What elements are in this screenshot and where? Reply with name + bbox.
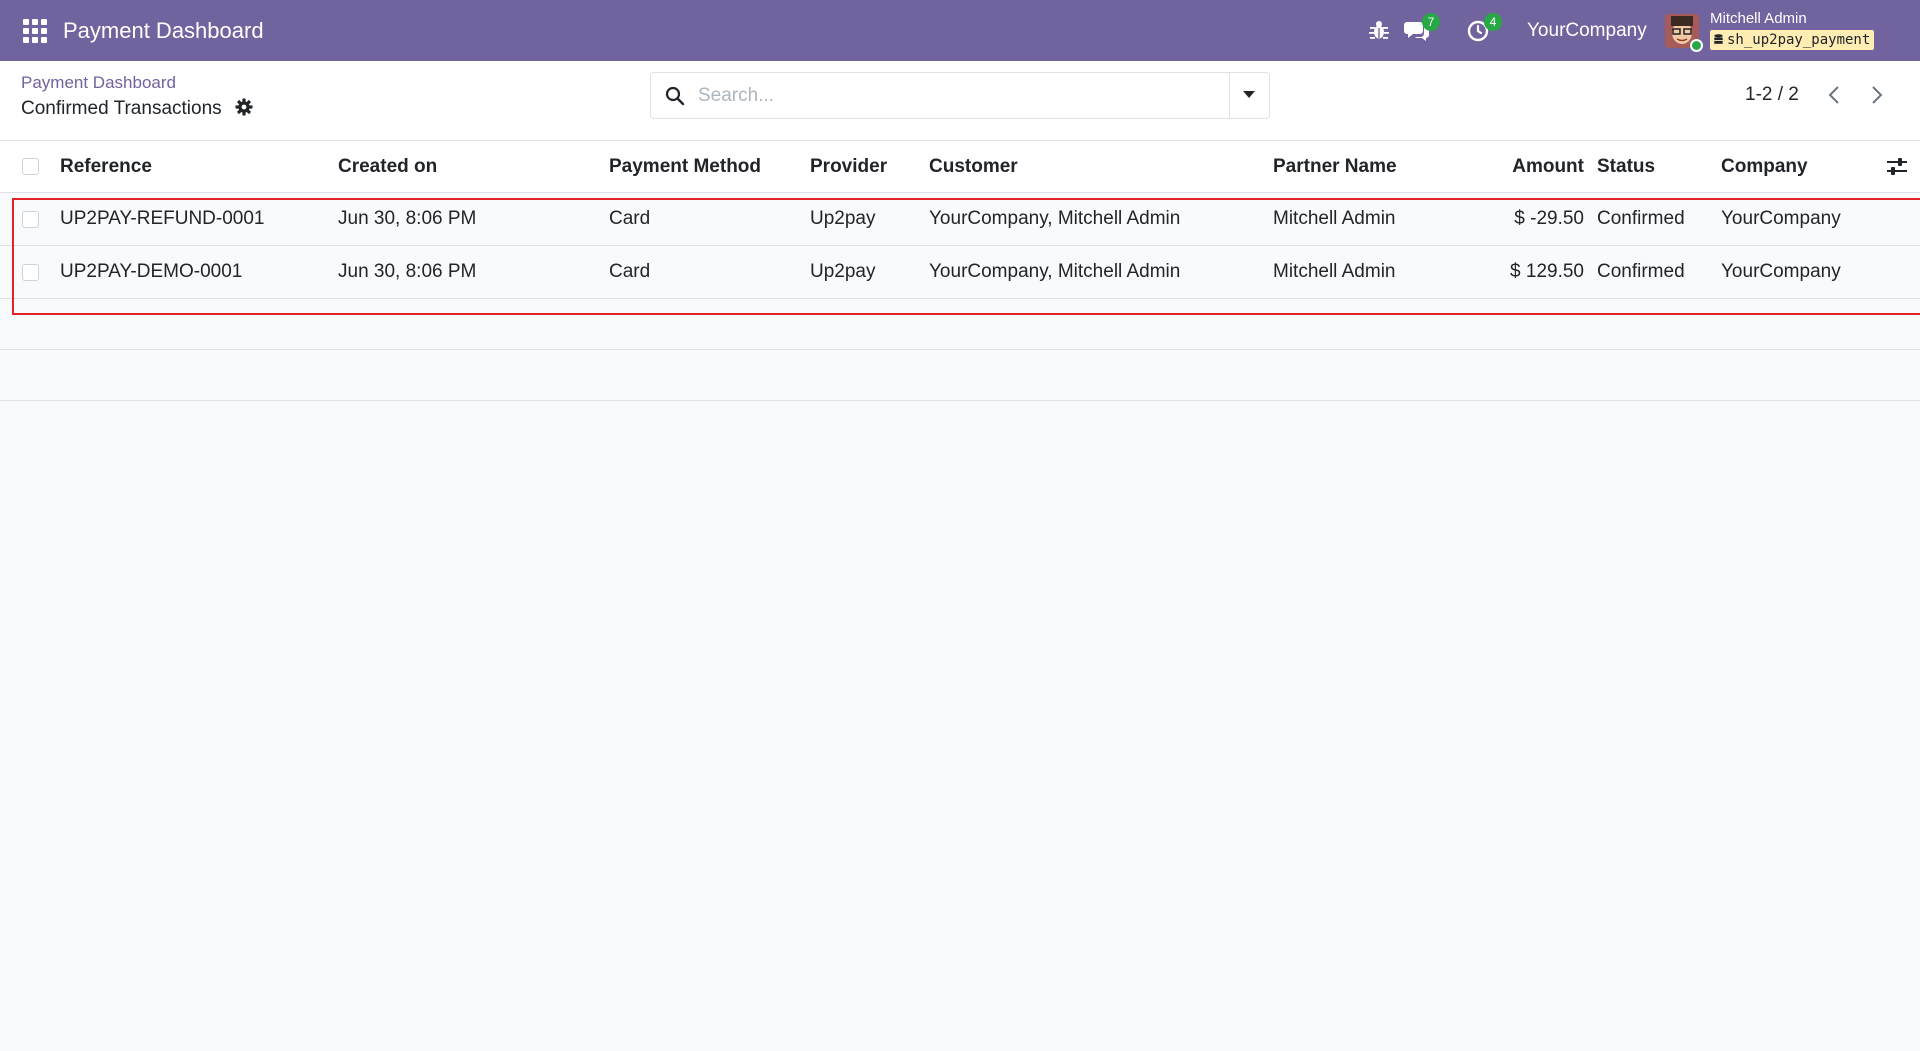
cell-payment-method[interactable]: Card [609, 193, 650, 245]
apps-grid-icon[interactable] [22, 18, 48, 44]
cell-company[interactable]: YourCompany [1721, 193, 1841, 245]
column-header-company[interactable]: Company [1721, 141, 1808, 192]
search-input[interactable] [698, 81, 1198, 111]
column-header-provider[interactable]: Provider [810, 141, 887, 192]
breadcrumb-current: Confirmed Transactions [21, 98, 222, 119]
cell-reference[interactable]: UP2PAY-DEMO-0001 [60, 246, 242, 298]
column-header-customer[interactable]: Customer [929, 141, 1018, 192]
pager-next-button[interactable] [1864, 81, 1890, 109]
cell-created-on[interactable]: Jun 30, 8:06 PM [338, 193, 476, 245]
online-status-icon [1690, 39, 1703, 52]
cell-reference[interactable]: UP2PAY-REFUND-0001 [60, 193, 265, 245]
user-name[interactable]: Mitchell Admin [1710, 10, 1807, 28]
column-header-reference[interactable]: Reference [60, 141, 152, 192]
chevron-left-icon [1828, 86, 1839, 104]
database-icon [1714, 34, 1723, 44]
cell-amount[interactable]: $ -29.50 [1480, 193, 1584, 245]
select-all-checkbox[interactable] [22, 158, 39, 175]
pager-value[interactable]: 1-2 / 2 [1745, 82, 1799, 108]
row-checkbox[interactable] [22, 263, 39, 281]
avatar[interactable] [1665, 14, 1703, 52]
cell-company[interactable]: YourCompany [1721, 246, 1841, 298]
column-header-status[interactable]: Status [1597, 141, 1655, 192]
column-header-amount[interactable]: Amount [1480, 141, 1584, 192]
chevron-right-icon [1872, 86, 1883, 104]
control-panel: Payment Dashboard Confirmed Transactions [0, 61, 1920, 141]
activities-badge: 4 [1484, 13, 1502, 31]
row-select-cell [22, 246, 39, 298]
cell-provider[interactable]: Up2pay [810, 246, 876, 298]
top-navbar: Payment Dashboard 7 4 YourCompany Mitche… [0, 0, 1920, 61]
cell-customer[interactable]: YourCompany, Mitchell Admin [929, 246, 1180, 298]
activity-clock-icon[interactable]: 4 [1466, 13, 1502, 44]
gear-icon[interactable] [235, 98, 253, 116]
bug-icon[interactable] [1368, 18, 1396, 44]
cell-status[interactable]: Confirmed [1597, 193, 1685, 245]
table-header: Reference Created on Payment Method Prov… [0, 141, 1920, 193]
search-options-toggle[interactable] [1229, 73, 1269, 118]
empty-row [0, 299, 1920, 350]
column-header-created-on[interactable]: Created on [338, 141, 437, 192]
database-name: sh_up2pay_payment [1727, 32, 1871, 48]
table-row[interactable]: UP2PAY-DEMO-0001 Jun 30, 8:06 PM Card Up… [0, 246, 1920, 299]
search-bar [650, 72, 1270, 119]
empty-row [0, 350, 1920, 401]
column-header-payment-method[interactable]: Payment Method [609, 141, 761, 192]
app-title[interactable]: Payment Dashboard [63, 17, 264, 45]
optional-columns-icon[interactable] [1886, 157, 1908, 177]
column-header-partner-name[interactable]: Partner Name [1273, 141, 1397, 192]
row-select-cell [22, 193, 39, 245]
row-checkbox[interactable] [22, 210, 39, 228]
pager-previous-button[interactable] [1821, 81, 1847, 109]
cell-partner-name[interactable]: Mitchell Admin [1273, 193, 1396, 245]
cell-status[interactable]: Confirmed [1597, 246, 1685, 298]
cell-payment-method[interactable]: Card [609, 246, 650, 298]
cell-partner-name[interactable]: Mitchell Admin [1273, 246, 1396, 298]
company-switcher[interactable]: YourCompany [1527, 18, 1647, 44]
cell-provider[interactable]: Up2pay [810, 193, 876, 245]
table-row[interactable]: UP2PAY-REFUND-0001 Jun 30, 8:06 PM Card … [0, 193, 1920, 246]
cell-amount[interactable]: $ 129.50 [1480, 246, 1584, 298]
search-icon [665, 86, 685, 106]
caret-down-icon [1243, 91, 1255, 98]
select-all-cell [22, 141, 39, 192]
transactions-table: Reference Created on Payment Method Prov… [0, 141, 1920, 401]
cell-created-on[interactable]: Jun 30, 8:06 PM [338, 246, 476, 298]
messages-badge: 7 [1422, 13, 1440, 31]
database-badge: sh_up2pay_payment [1710, 30, 1875, 50]
chat-icon[interactable]: 7 [1404, 13, 1440, 44]
cell-customer[interactable]: YourCompany, Mitchell Admin [929, 193, 1180, 245]
breadcrumb-parent[interactable]: Payment Dashboard [21, 72, 176, 94]
